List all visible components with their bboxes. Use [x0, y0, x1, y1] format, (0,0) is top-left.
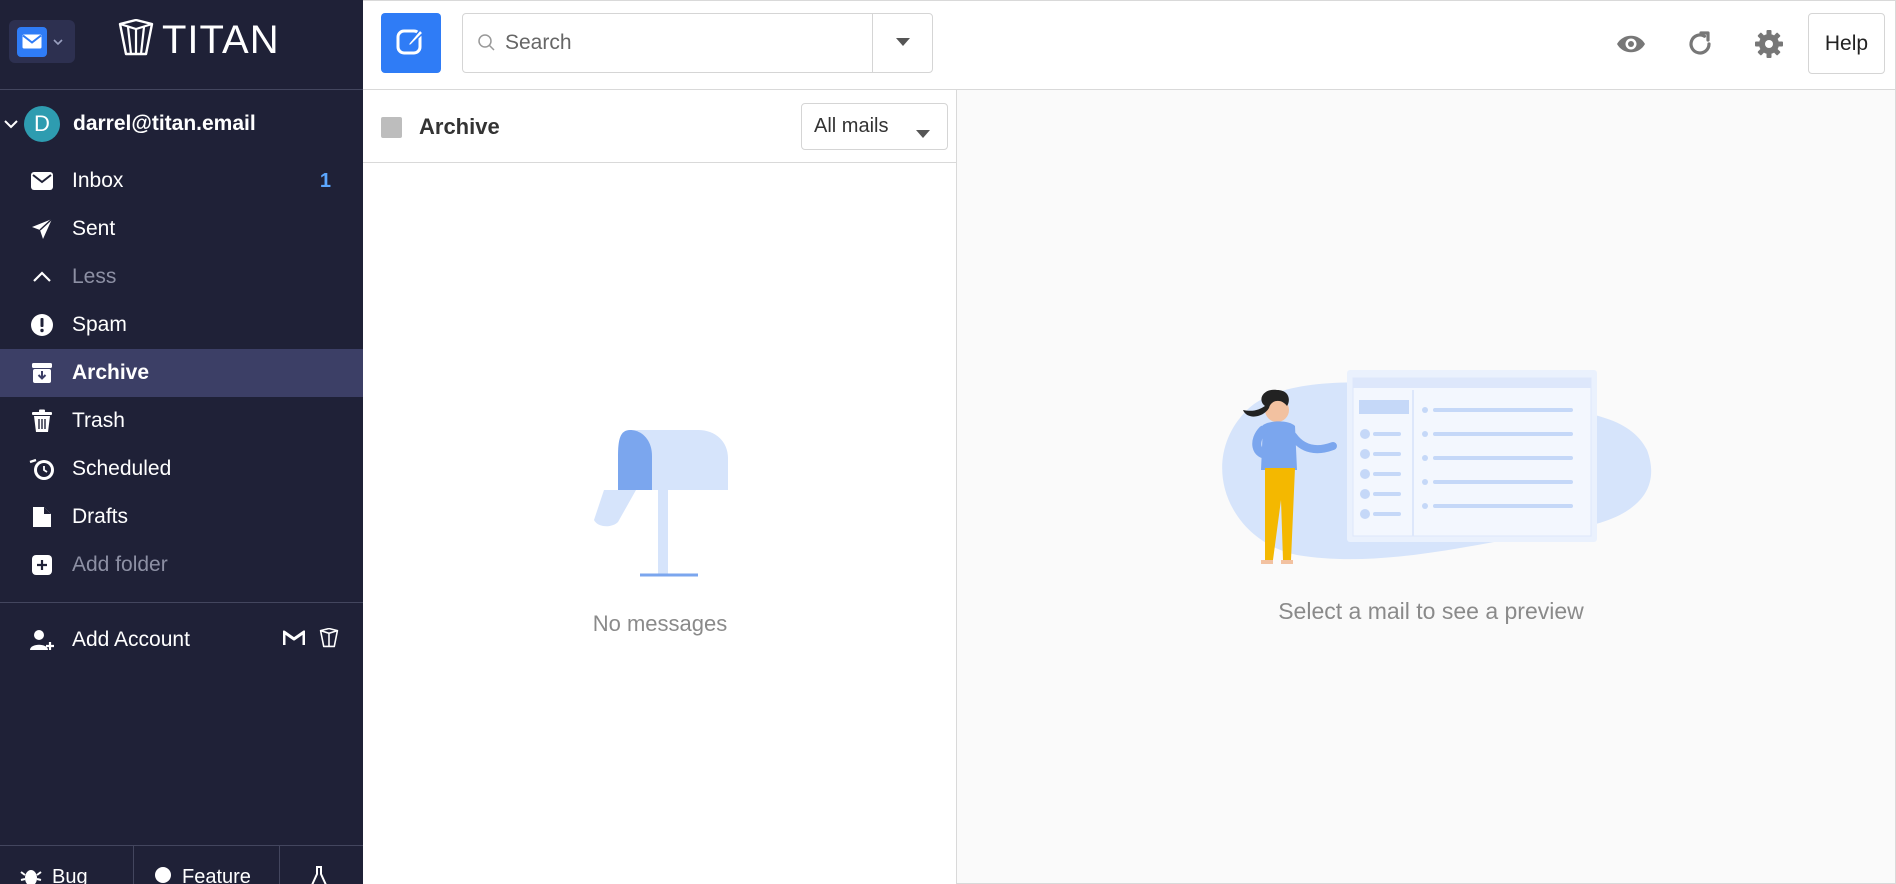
collapse-chevron-icon[interactable] — [0, 119, 22, 129]
sidebar-divider — [0, 602, 363, 603]
logo-text: TITAN — [162, 18, 280, 62]
filter-value: All mails — [814, 115, 889, 137]
sidebar-item-add-folder[interactable]: Add folder — [0, 541, 363, 589]
folder-title: Archive — [419, 114, 500, 139]
sidebar-header: TITAN — [0, 0, 363, 90]
labs-button[interactable] — [280, 846, 363, 884]
chevron-up-icon — [28, 263, 56, 291]
plus-square-icon — [28, 551, 56, 579]
sidebar-item-label: Inbox — [72, 169, 124, 192]
empty-preview-text: Select a mail to see a preview — [1278, 598, 1584, 624]
select-all-checkbox[interactable] — [381, 117, 402, 138]
sidebar-item-less[interactable]: Less — [0, 253, 363, 301]
avatar: D — [24, 106, 60, 142]
sidebar-item-scheduled[interactable]: Scheduled — [0, 445, 363, 493]
request-feature-button[interactable]: Feature — [134, 846, 280, 884]
search-input[interactable] — [505, 31, 865, 55]
sidebar-item-label: Drafts — [72, 505, 129, 528]
folder-list: Inbox 1 Sent Less Spam Archive Trash Sch… — [0, 157, 363, 589]
bug-icon — [20, 866, 42, 884]
sidebar-item-label: Trash — [72, 409, 125, 432]
feature-label: Feature — [182, 866, 251, 884]
refresh-icon[interactable] — [1681, 25, 1719, 63]
account-row[interactable]: D darrel@titan.email — [0, 103, 363, 145]
sidebar-item-label: Archive — [72, 361, 150, 384]
caret-down-icon — [895, 34, 911, 52]
sidebar-item-label: Spam — [72, 313, 127, 336]
envelope-icon — [28, 167, 56, 195]
empty-list-text: No messages — [592, 611, 728, 636]
caret-down-icon — [915, 122, 931, 145]
unread-count-badge: 1 — [319, 169, 331, 192]
sidebar-item-trash[interactable]: Trash — [0, 397, 363, 445]
sidebar-item-label: Less — [72, 265, 117, 288]
exclamation-circle-icon — [28, 311, 56, 339]
sidebar-item-inbox[interactable]: Inbox 1 — [0, 157, 363, 205]
account-email: darrel@titan.email — [73, 112, 256, 135]
add-account-label: Add Account — [72, 628, 190, 651]
sidebar-footer: Bug Feature — [0, 845, 363, 884]
add-user-icon — [28, 626, 56, 654]
titan-small-icon[interactable] — [319, 627, 339, 653]
titan-logo: TITAN — [118, 18, 280, 63]
sidebar-item-sent[interactable]: Sent — [0, 205, 363, 253]
list-header: Archive All mails — [363, 90, 957, 163]
sidebar-item-spam[interactable]: Spam — [0, 301, 363, 349]
sidebar: TITAN D darrel@titan.email Inbox 1 Sent — [0, 0, 363, 884]
chevron-down-icon — [53, 33, 63, 51]
sidebar-item-label: Add folder — [72, 553, 168, 576]
gear-icon[interactable] — [1750, 25, 1788, 63]
sidebar-item-label: Sent — [72, 217, 116, 240]
sidebar-item-label: Scheduled — [72, 457, 172, 480]
preview-pane — [957, 90, 1896, 884]
lightbulb-icon — [154, 866, 172, 884]
sidebar-item-drafts[interactable]: Drafts — [0, 493, 363, 541]
compose-icon — [395, 25, 427, 62]
search-options-dropdown[interactable] — [872, 14, 932, 72]
account-provider-icons — [282, 627, 339, 653]
search-icon — [477, 32, 499, 54]
flask-icon — [310, 866, 328, 884]
sidebar-item-archive[interactable]: Archive — [0, 349, 363, 397]
mail-app-icon — [17, 26, 47, 57]
mail-filter-select[interactable]: All mails — [801, 103, 948, 150]
gmail-icon[interactable] — [282, 629, 306, 651]
app-switcher[interactable] — [9, 20, 75, 63]
drafts-icon — [28, 503, 56, 531]
titan-logo-icon — [118, 18, 154, 62]
search-box — [462, 13, 933, 73]
help-button[interactable]: Help — [1808, 13, 1885, 74]
paper-plane-icon — [28, 215, 56, 243]
empty-mailbox-illustration — [588, 430, 728, 580]
eye-icon[interactable] — [1612, 25, 1650, 63]
archive-icon — [28, 359, 56, 387]
mail-list-pane: Archive All mails No messages — [363, 90, 957, 884]
top-toolbar: Help — [363, 0, 1896, 90]
add-account-button[interactable]: Add Account — [0, 616, 363, 664]
scheduled-clock-icon — [28, 455, 56, 483]
report-bug-button[interactable]: Bug — [0, 846, 134, 884]
trash-icon — [28, 407, 56, 435]
empty-preview-illustration — [1207, 370, 1667, 590]
compose-button[interactable] — [381, 13, 441, 73]
bug-label: Bug — [52, 866, 88, 884]
